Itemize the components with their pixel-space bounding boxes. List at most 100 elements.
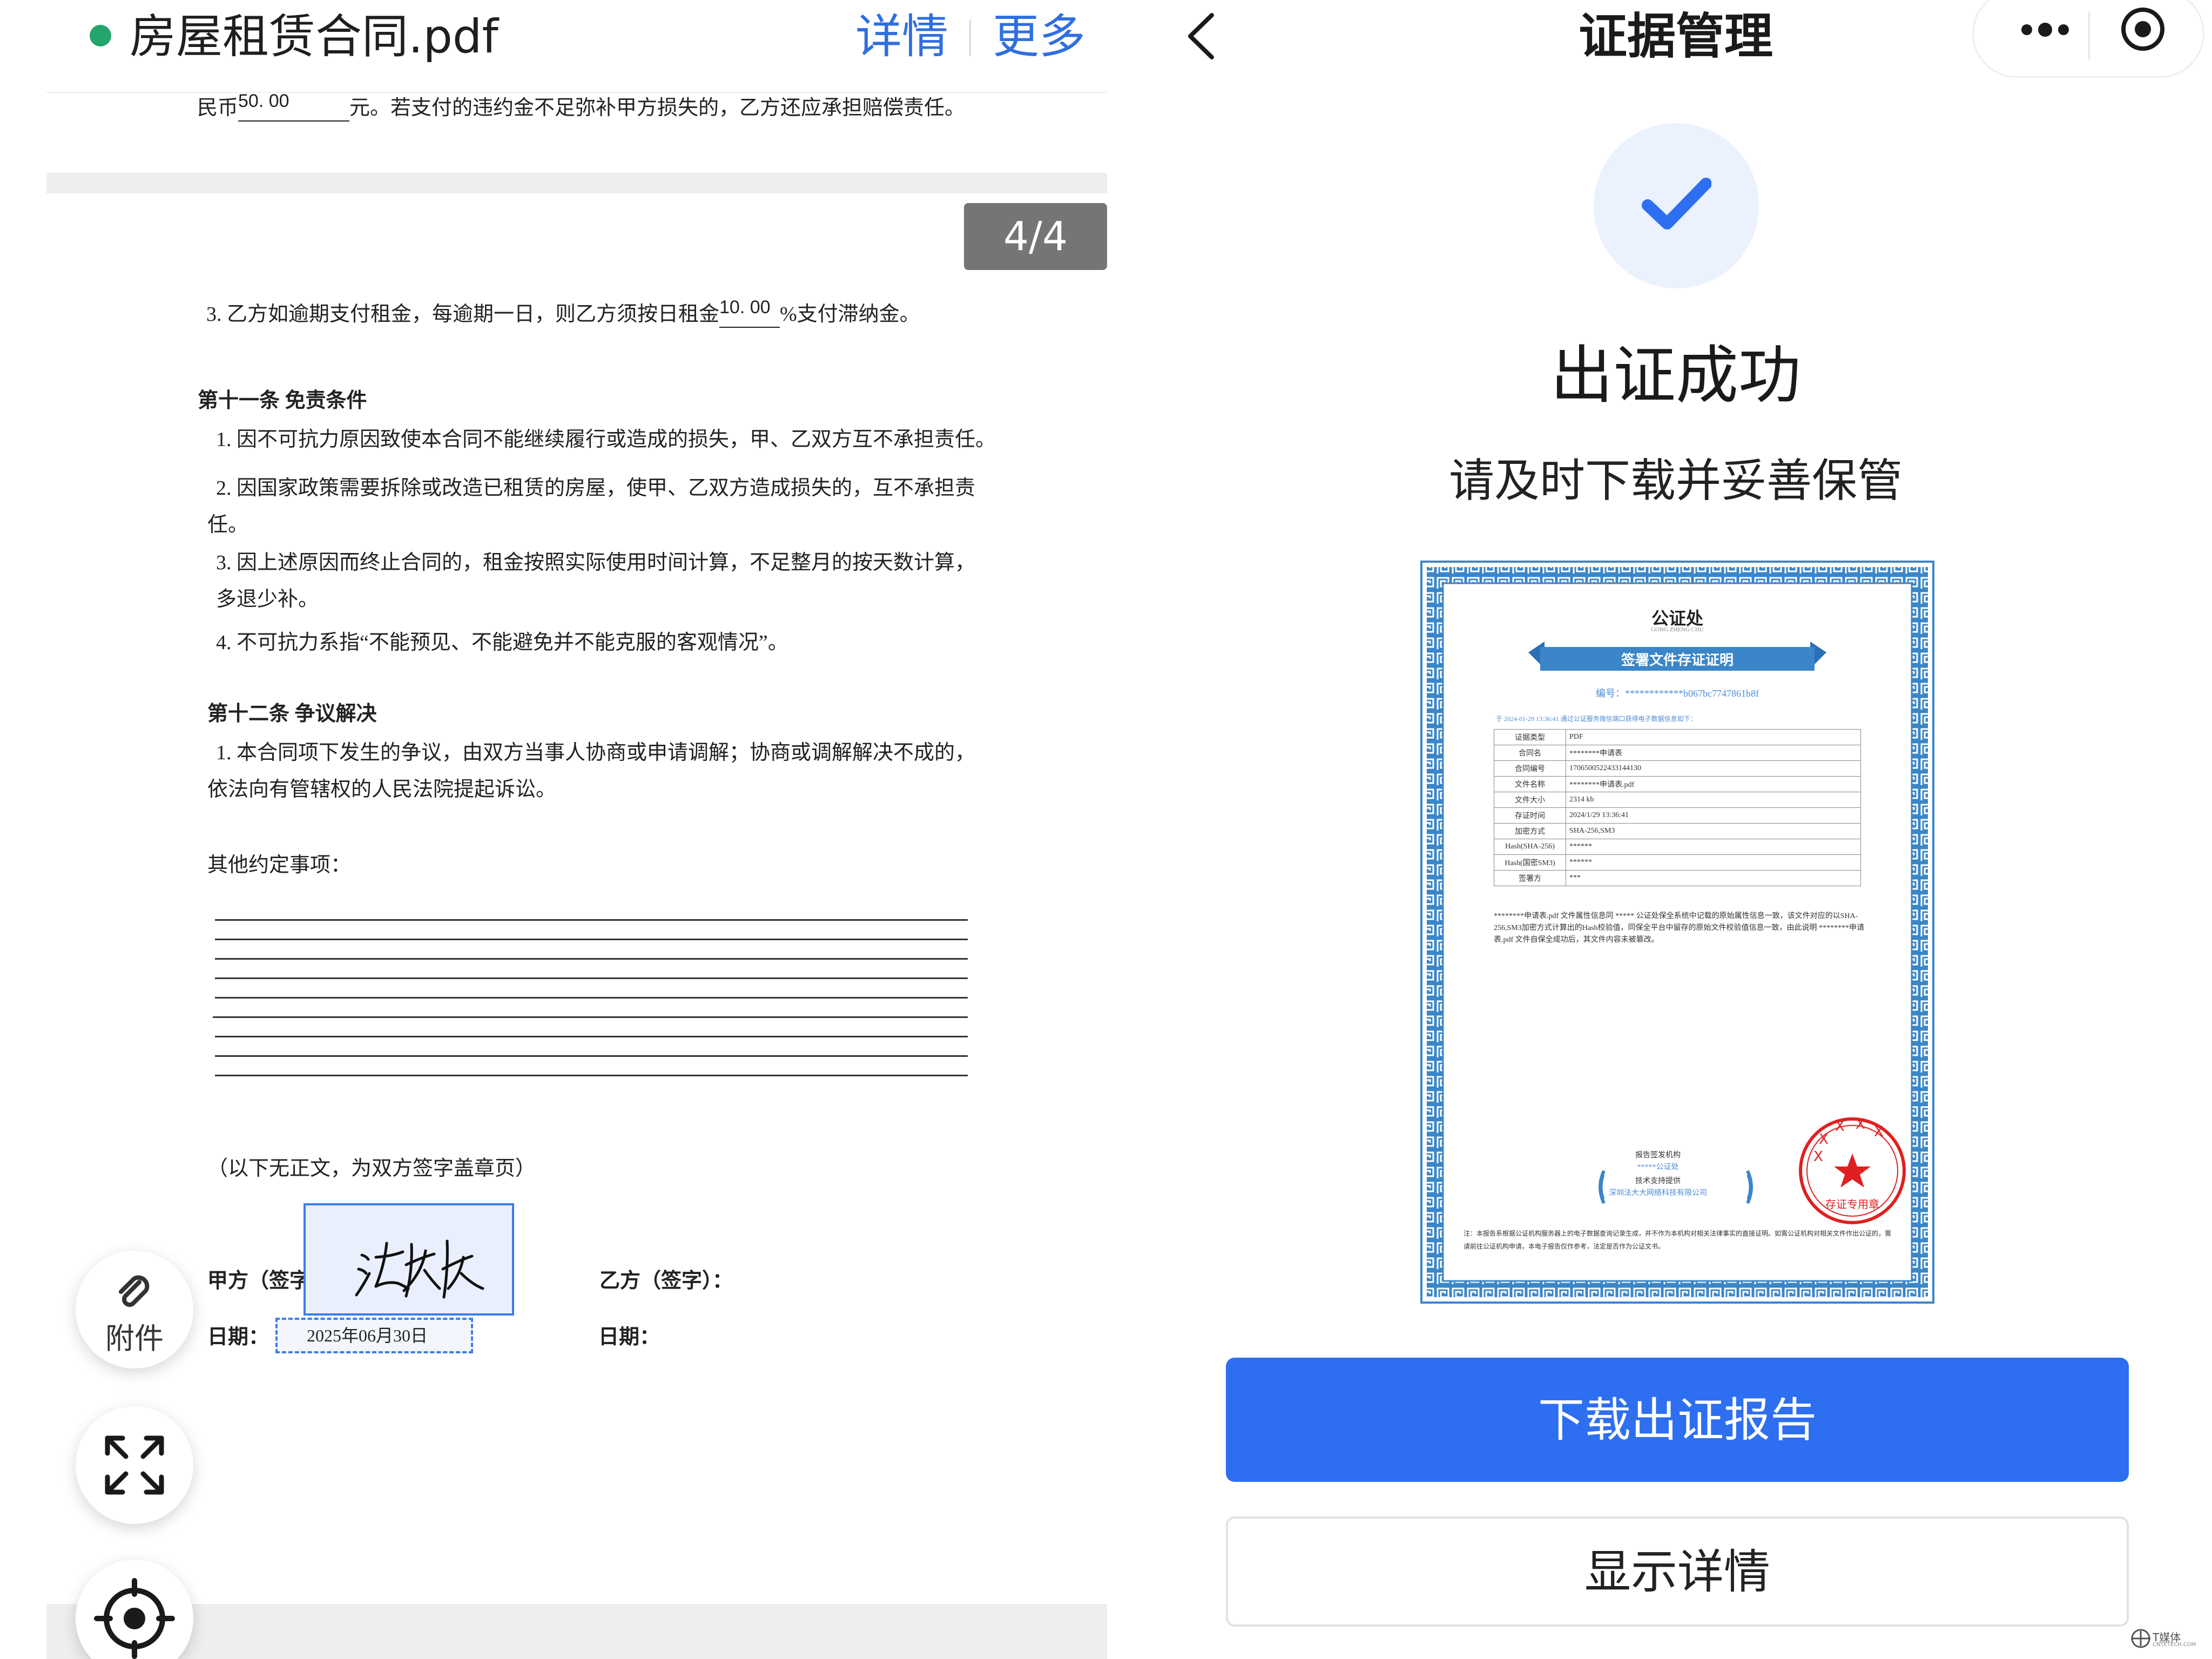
article-11-item-1: 1. 因不可抗力原因致使本合同不能继续履行或造成的损失，甲、乙双方互不承担责任。 xyxy=(216,428,996,451)
late-fee-rate-value: 10. 00 xyxy=(719,297,771,318)
table-row: Hash(国密SM3) ****** xyxy=(1494,854,1861,871)
table-key: 签署方 xyxy=(1494,870,1566,886)
blank-line xyxy=(213,1016,968,1018)
table-value: ********申请表 xyxy=(1566,745,1861,761)
certificate-description: ********申请表.pdf 文件属性信息同 ***** 公证处保全系统中记载… xyxy=(1494,912,1865,944)
svg-text:X: X xyxy=(1813,1149,1823,1165)
seal-text: 存证专用章 xyxy=(1825,1199,1879,1211)
tech-support-name: 深圳法大大网络科技有限公司 xyxy=(1609,1189,1707,1197)
tech-support-label: 技术支持提供 xyxy=(1635,1177,1681,1185)
text-prefix: 民币 xyxy=(197,97,239,119)
paperclip-icon xyxy=(119,1275,150,1307)
late-fee-rate-field: 10. 00 xyxy=(719,297,780,328)
previous-page-last-line: 民币50. 00 元。若支付的违约金不足弥补甲方损失的，乙方还应承担赔偿责任。 xyxy=(197,91,965,125)
table-row: 合同编号 1706500522433144130 xyxy=(1494,760,1861,777)
table-value: 2314 kb xyxy=(1566,792,1861,808)
page-indicator: 4/4 xyxy=(964,203,1107,270)
late-fee-clause: 3. 乙方如逾期支付租金，每逾期一日，则乙方须按日租金10. 00 %支付滞纳金。 xyxy=(206,297,920,331)
party-a-date-label: 日期： xyxy=(207,1326,269,1348)
table-row: 签署方 *** xyxy=(1494,870,1861,886)
svg-text:X: X xyxy=(1856,1116,1865,1132)
table-key: 合同编号 xyxy=(1494,760,1566,777)
svg-text:X: X xyxy=(1835,1118,1845,1135)
certificate-footer: 注：本报告系根据公证机构服务器上的电子数据查询记录生成，并不作为本机构对相关法律… xyxy=(1464,1230,1892,1250)
clause-text: 3. 乙方如逾期支付租金，每逾期一日，则乙方须按日租金 xyxy=(206,303,720,326)
issuer-name: *****公证处 xyxy=(1637,1163,1679,1171)
table-value: SHA-256,SM3 xyxy=(1566,823,1861,839)
date-field[interactable]: 2025年06月30日 xyxy=(275,1318,473,1353)
blank-line xyxy=(215,939,968,940)
target-icon[interactable] xyxy=(2119,5,2167,53)
clause-suffix: %支付滞纳金。 xyxy=(780,303,920,326)
article-12-item-1a: 1. 本合同项下发生的争议，由双方当事人协商或申请调解；协商或调解解决不成的， xyxy=(216,741,976,764)
page-gap-bottom xyxy=(46,1604,1107,1659)
party-b-sign-label: 乙方（签字）： xyxy=(599,1270,733,1292)
check-icon xyxy=(1642,178,1711,230)
article-11-item-2a: 2. 因国家政策需要拆除或改造已租赁的房屋，使甲、乙双方造成损失的，互不承担责 xyxy=(216,477,976,500)
no-more-text-note: （以下无正文，为双方签字盖章页） xyxy=(207,1157,536,1180)
certificate-banner: 签署文件存证证明 xyxy=(1621,652,1734,668)
blank-line xyxy=(215,1055,968,1057)
table-key: 文件大小 xyxy=(1494,792,1566,808)
pdf-page-content: 民币50. 00 元。若支付的违约金不足弥补甲方损失的，乙方还应承担赔偿责任。 4… xyxy=(0,0,1139,1659)
blank-line xyxy=(215,997,968,999)
svg-text:X: X xyxy=(1819,1131,1829,1148)
pdf-viewer: 房屋租赁合同.pdf 详情 更多 民币50. 00 元。若支付的违约金不足弥补甲方… xyxy=(0,0,1139,1659)
table-key: 加密方式 xyxy=(1494,823,1566,839)
penalty-amount-field: 50. 00 xyxy=(238,91,350,122)
text-suffix: 元。若支付的违约金不足弥补甲方损失的，乙方还应承担赔偿责任。 xyxy=(349,97,966,119)
blank-line xyxy=(215,1036,968,1037)
table-value: ****** xyxy=(1566,839,1861,855)
penalty-amount-value: 50. 00 xyxy=(238,91,289,111)
table-key: 存证时间 xyxy=(1494,807,1566,824)
blank-line xyxy=(215,977,968,979)
certificate-preview[interactable]: XXXX X 公证处 GONG ZHENG CHU 签署文件存证证明 编号：**… xyxy=(1420,561,1934,1304)
article-12-item-1b: 依法向有管辖权的人民法院提起诉讼。 xyxy=(207,778,557,801)
article-11-item-3a: 3. 因上述原因而终止合同的，租金按照实际使用时间计算，不足整月的按天数计算， xyxy=(216,551,976,574)
article-11-item-2b: 任。 xyxy=(207,514,249,536)
table-row: 文件名称 ********申请表.pdf xyxy=(1494,776,1861,792)
watermark-subtext: CNTETECH.COM xyxy=(2153,1642,2196,1648)
svg-text:X: X xyxy=(1874,1124,1884,1140)
mini-program-capsule xyxy=(1972,0,2204,78)
save-hint: 请及时下载并妥善保管 xyxy=(1448,454,1903,507)
certificate-subtitle: GONG ZHENG CHU xyxy=(1651,626,1704,633)
table-value: ****** xyxy=(1566,854,1861,871)
table-value: 2024/1/29 13:36:41 xyxy=(1566,807,1861,824)
attachment-button[interactable]: 附件 xyxy=(76,1251,193,1368)
other-terms-label: 其他约定事项： xyxy=(207,854,352,876)
table-row: 文件大小 2314 kb xyxy=(1494,792,1861,808)
blank-line xyxy=(215,958,968,960)
certificate-number: 编号：************b067bc7747861b8f xyxy=(1596,688,1759,699)
table-row: 证据类型 PDF xyxy=(1494,729,1861,745)
download-report-button[interactable]: 下载出证报告 xyxy=(1226,1358,2129,1482)
table-row: Hash(SHA-256) ****** xyxy=(1494,839,1861,855)
watermark-logo-icon xyxy=(2131,1629,2150,1648)
capsule-divider xyxy=(2088,11,2090,60)
table-value: *** xyxy=(1566,870,1861,886)
article-11-item-4: 4. 不可抗力系指“不能预见、不能避免并不能克服的客观情况”。 xyxy=(216,631,788,654)
signature-field[interactable] xyxy=(304,1203,514,1316)
table-key: 合同名 xyxy=(1494,745,1566,761)
handwritten-signature xyxy=(355,1239,484,1299)
table-key: Hash(SHA-256) xyxy=(1494,839,1566,855)
table-row: 合同名 ********申请表 xyxy=(1494,745,1861,761)
article-11-title: 第十一条 免责条件 xyxy=(198,389,367,412)
table-key: Hash(国密SM3) xyxy=(1494,854,1566,871)
locate-icon xyxy=(94,1578,175,1659)
certificate-table: 证据类型 PDF 合同名 ********申请表 合同编号 1706500522433… xyxy=(1494,729,1861,886)
table-key: 文件名称 xyxy=(1494,776,1566,792)
party-b-date-label: 日期： xyxy=(598,1326,660,1348)
article-11-item-3b: 多退少补。 xyxy=(216,588,319,611)
table-value: PDF xyxy=(1566,729,1861,745)
fullscreen-button[interactable] xyxy=(76,1406,193,1524)
more-dots-icon[interactable] xyxy=(2017,19,2071,41)
article-12-title: 第十二条 争议解决 xyxy=(207,703,377,725)
table-key: 证据类型 xyxy=(1494,729,1566,745)
table-row: 加密方式 SHA-256,SM3 xyxy=(1494,823,1861,839)
show-details-button[interactable]: 显示详情 xyxy=(1226,1516,2129,1627)
success-message: 出证成功 xyxy=(1550,339,1801,412)
attachment-label: 附件 xyxy=(105,1321,164,1355)
page-gap xyxy=(46,173,1107,193)
success-badge xyxy=(1594,123,1759,288)
